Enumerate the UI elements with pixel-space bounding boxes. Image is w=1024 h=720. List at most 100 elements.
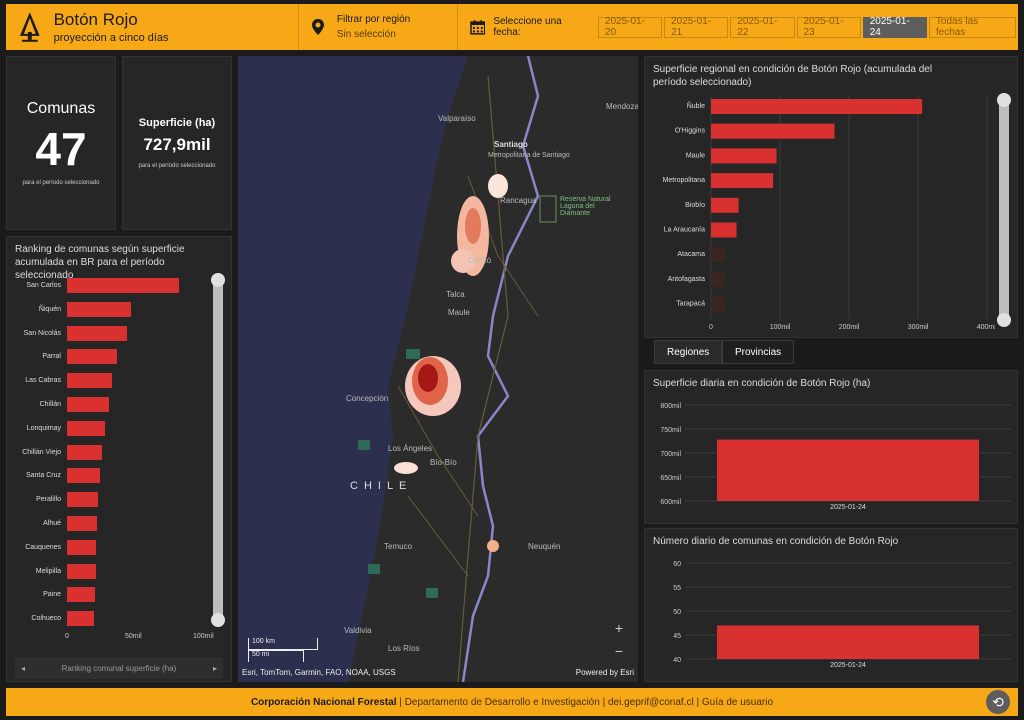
footer-sep: | bbox=[396, 696, 405, 708]
daily-area-chart-axis-tick: 650mil bbox=[660, 475, 681, 482]
regional-bar[interactable] bbox=[711, 99, 923, 114]
date-button-2025-01-22[interactable]: 2025-01-22 bbox=[730, 16, 795, 38]
zoom-out-button[interactable]: − bbox=[615, 643, 623, 659]
ranking-bar[interactable] bbox=[67, 325, 127, 341]
ranking-bar[interactable] bbox=[67, 539, 97, 555]
region-filter[interactable]: Filtrar por región Sin selección bbox=[299, 14, 457, 40]
ranking-bar[interactable] bbox=[67, 373, 112, 389]
regional-scroll-thumb-bottom[interactable] bbox=[997, 313, 1011, 327]
regional-bar[interactable] bbox=[711, 173, 774, 189]
ranking-row-label: Lonquimay bbox=[26, 424, 61, 432]
regional-scrollbar[interactable] bbox=[997, 93, 1011, 327]
regional-scroll-thumb-top[interactable] bbox=[997, 93, 1011, 107]
ranking-bar[interactable] bbox=[67, 349, 118, 365]
ranking-bar[interactable] bbox=[67, 444, 103, 460]
regional-bar[interactable] bbox=[711, 271, 725, 287]
ranking-scroll-thumb-top[interactable] bbox=[211, 273, 225, 287]
regional-bar[interactable] bbox=[711, 296, 725, 312]
regional-row-label: O'Higgins bbox=[675, 128, 706, 135]
tab-regiones[interactable]: Regiones bbox=[654, 340, 723, 364]
regional-row-label: La Araucanía bbox=[664, 227, 705, 234]
footer-email-link[interactable]: dei.geprif@conaf.cl bbox=[608, 697, 694, 708]
ranking-row-label: Coihueco bbox=[31, 615, 61, 623]
ranking-row-label: Chillán Viejo bbox=[22, 448, 61, 456]
daily-count-panel: Número diario de comunas en condición de… bbox=[644, 528, 1018, 682]
ranking-bar[interactable] bbox=[67, 468, 100, 484]
ranking-row-label: Las Cabras bbox=[25, 377, 61, 385]
region-filter-label: Filtrar por región bbox=[336, 14, 411, 25]
daily-count-chart-axis-tick: 60 bbox=[673, 561, 681, 568]
ranking-scrollbar[interactable] bbox=[211, 273, 225, 627]
ranking-row: Chillán bbox=[7, 396, 110, 413]
zoom-in-button[interactable]: + bbox=[615, 620, 623, 636]
map-label-los-rios: Los Ríos bbox=[388, 644, 420, 653]
ranking-row-label: San Nicolás bbox=[23, 329, 61, 337]
ranking-row: Cauquenes bbox=[7, 539, 97, 556]
map-view[interactable]: Valparaíso Santiago Metropolitana de San… bbox=[238, 56, 638, 682]
ranking-axis-tick: 0 bbox=[65, 633, 69, 640]
ranking-bar[interactable] bbox=[67, 278, 179, 293]
ranking-row-label: Peralillo bbox=[36, 496, 61, 504]
regional-axis-tick: 300mil bbox=[908, 324, 929, 331]
daily-area-chart: 600mil 650mil 700mil 750mil 800mil 2025-01-24 bbox=[660, 403, 1011, 511]
map-label-valdivia: Valdivia bbox=[344, 626, 372, 635]
prev-arrow-icon[interactable]: ◂ bbox=[21, 664, 25, 673]
regional-row-label: Maule bbox=[686, 152, 705, 159]
ranking-panel: Ranking de comunas según superficie acum… bbox=[6, 236, 232, 682]
footer-bar: Corporación Nacional Forestal | Departam… bbox=[6, 688, 1018, 716]
ranking-row-label: Melipilla bbox=[35, 567, 61, 575]
ranking-row-label: Chillán bbox=[39, 401, 61, 408]
regional-bar[interactable] bbox=[711, 222, 737, 238]
regional-row-label: Metropolitana bbox=[663, 177, 706, 184]
regional-chart-panel: Superficie regional en condición de Botó… bbox=[644, 56, 1018, 338]
regional-bar[interactable] bbox=[711, 197, 739, 213]
regional-bar[interactable] bbox=[711, 123, 835, 139]
ranking-row: San Carlos bbox=[7, 277, 179, 294]
tab-provincias[interactable]: Provincias bbox=[722, 340, 795, 364]
daily-count-chart-axis-tick: 45 bbox=[673, 633, 681, 640]
scale-mi: 50 mi bbox=[248, 650, 304, 662]
map-attribution: Esri, TomTom, Garmin, FAO, NOAA, USGS bbox=[242, 668, 396, 677]
map-label-neuquen: Neuquén bbox=[528, 542, 561, 551]
ranking-bar[interactable] bbox=[67, 516, 97, 531]
next-arrow-icon[interactable]: ▸ bbox=[213, 664, 217, 673]
daily-area-chart-bar[interactable] bbox=[717, 439, 979, 501]
region-filter-value: Sin selección bbox=[336, 29, 396, 40]
map-canvas[interactable] bbox=[238, 56, 638, 682]
date-button-2025-01-21[interactable]: 2025-01-21 bbox=[664, 16, 729, 38]
map-label-bio-bio: Bío-Bío bbox=[430, 458, 457, 467]
map-label-maule: Maule bbox=[448, 308, 470, 317]
ranking-bar[interactable] bbox=[67, 492, 99, 508]
ranking-footer-label: Ranking comunal superficie (ha) bbox=[61, 663, 177, 673]
map-powered-by[interactable]: Powered by Esri bbox=[576, 668, 634, 677]
ranking-row-label: Parral bbox=[42, 353, 61, 361]
daily-area-panel: Superficie diaria en condición de Botón … bbox=[644, 370, 1018, 524]
ranking-bar[interactable] bbox=[67, 420, 106, 436]
date-button-2025-01-20[interactable]: 2025-01-20 bbox=[597, 16, 663, 38]
ranking-row: Peralillo bbox=[7, 491, 99, 508]
regional-axis-tick: 400mil bbox=[977, 324, 995, 331]
map-label-santiago: Santiago bbox=[494, 140, 528, 149]
comunas-stat-note: para el período seleccionado bbox=[22, 180, 100, 186]
ranking-bar[interactable] bbox=[67, 563, 96, 579]
regional-bar[interactable] bbox=[711, 148, 777, 164]
date-button-2025-01-24[interactable]: 2025-01-24 bbox=[862, 16, 927, 38]
ranking-bar[interactable] bbox=[67, 587, 95, 603]
ranking-row: San Nicolás bbox=[7, 325, 127, 342]
title-block: Botón Rojo proyección a cinco días bbox=[54, 10, 298, 44]
ranking-bar[interactable] bbox=[67, 301, 131, 317]
superficie-stat-card: Superficie (ha) 727,9mil para el período… bbox=[122, 56, 232, 230]
footer-guide-link[interactable]: Guía de usuario bbox=[702, 697, 773, 708]
all-dates-button[interactable]: Todas las fechas bbox=[928, 16, 1017, 38]
regional-row-label: Ñuble bbox=[687, 101, 705, 110]
regional-axis-tick: 100mil bbox=[770, 324, 791, 331]
ranking-scroll-thumb-bottom[interactable] bbox=[211, 613, 225, 627]
regional-bar[interactable] bbox=[711, 247, 725, 263]
date-button-2025-01-23[interactable]: 2025-01-23 bbox=[796, 16, 861, 38]
comunas-stat-title: Comunas bbox=[26, 100, 96, 117]
daily-count-chart-bar[interactable] bbox=[717, 625, 979, 659]
ranking-bar[interactable] bbox=[67, 611, 95, 627]
refresh-icon[interactable]: ⟲ bbox=[986, 690, 1010, 714]
ranking-bar[interactable] bbox=[67, 397, 110, 412]
date-selector-label: Seleccione una fecha: bbox=[493, 16, 562, 38]
